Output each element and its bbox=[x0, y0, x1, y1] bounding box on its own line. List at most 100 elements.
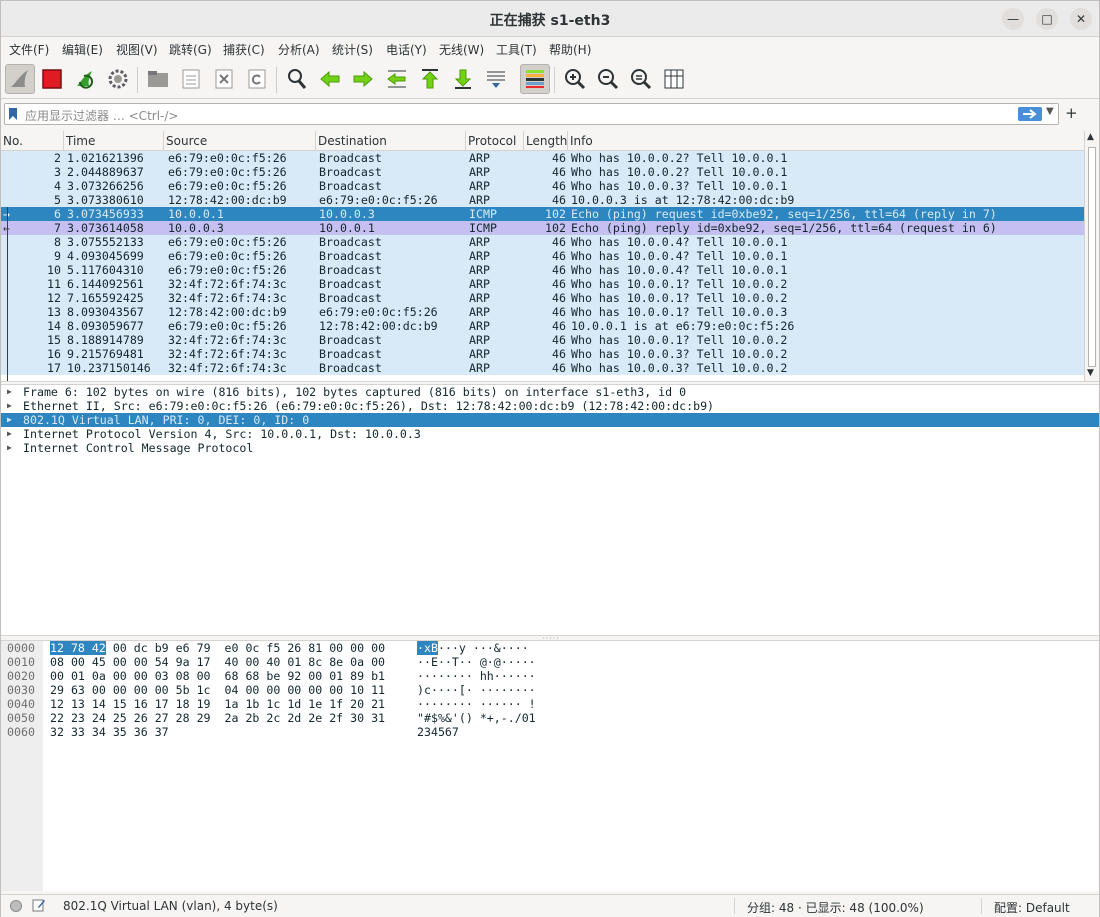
hex-ascii[interactable]: ·xB···y ···&···· bbox=[417, 641, 529, 655]
packet-row[interactable]: 16 9.215769481 32:4f:72:6f:74:3c Broadcast A… bbox=[1, 347, 1084, 361]
status-profile[interactable]: 配置: Default bbox=[994, 899, 1070, 916]
close-file-icon[interactable] bbox=[209, 64, 239, 94]
packet-row[interactable]: 11 6.144092561 32:4f:72:6f:74:3c Broadcast A… bbox=[1, 277, 1084, 291]
open-file-icon[interactable] bbox=[143, 64, 173, 94]
menu-telephony[interactable]: 电话(Y) bbox=[386, 41, 427, 58]
expert-info-icon[interactable] bbox=[10, 900, 22, 912]
find-packet-icon[interactable] bbox=[282, 64, 312, 94]
hex-bytes[interactable]: 29 63 00 00 00 00 5b 1c 04 00 00 00 00 0… bbox=[50, 683, 385, 697]
packet-list-scrollbar[interactable]: ▲ ▼ bbox=[1084, 131, 1099, 381]
resize-columns-icon[interactable] bbox=[659, 64, 689, 94]
packet-row[interactable]: 17 10.237150146 32:4f:72:6f:74:3c Broadcast… bbox=[1, 361, 1084, 375]
colorize-icon[interactable] bbox=[520, 64, 550, 94]
packet-row[interactable]: 14 8.093059677 e6:79:e0:0c:f5:26 12:78:42:0… bbox=[1, 319, 1084, 333]
menu-wireless[interactable]: 无线(W) bbox=[439, 41, 484, 58]
hex-ascii[interactable]: ········ ······ ! bbox=[417, 697, 536, 711]
hex-ascii-highlight[interactable]: ·xB bbox=[417, 641, 438, 655]
minimize-button[interactable]: — bbox=[1002, 8, 1024, 30]
menu-file[interactable]: 文件(F) bbox=[9, 41, 49, 58]
scroll-up-icon[interactable]: ▲ bbox=[1087, 132, 1094, 142]
packet-row[interactable]: 15 8.188914789 32:4f:72:6f:74:3c Broadcast A… bbox=[1, 333, 1084, 347]
column-header-no[interactable]: No. bbox=[1, 131, 64, 151]
hex-ascii[interactable]: "#$%&'() *+,-./01 bbox=[417, 711, 536, 725]
hex-row[interactable]: 0010 08 00 45 00 00 54 9a 17 40 00 40 01 … bbox=[1, 655, 1099, 669]
menu-tools[interactable]: 工具(T) bbox=[496, 41, 537, 58]
expand-arrow-icon[interactable]: ▶ bbox=[7, 427, 12, 441]
column-header-info[interactable]: Info bbox=[568, 131, 1084, 151]
expand-arrow-icon[interactable]: ▶ bbox=[7, 385, 12, 399]
packet-row[interactable]: 4 3.073266256 e6:79:e0:0c:f5:26 Broadcast AR… bbox=[1, 179, 1084, 193]
hex-row[interactable]: 0030 29 63 00 00 00 00 5b 1c 04 00 00 00 … bbox=[1, 683, 1099, 697]
menu-capture[interactable]: 捕获(C) bbox=[223, 41, 265, 58]
column-header-protocol[interactable]: Protocol bbox=[466, 131, 524, 151]
hex-bytes[interactable]: 12 13 14 15 16 17 18 19 1a 1b 1c 1d 1e 1… bbox=[50, 697, 385, 711]
go-first-icon[interactable] bbox=[415, 64, 445, 94]
packet-row[interactable]: 7 3.073614058 10.0.0.3 10.0.0.1 ICMP 102 Echo … bbox=[1, 221, 1084, 235]
expand-arrow-icon[interactable]: ▶ bbox=[7, 399, 12, 413]
menu-statistics[interactable]: 统计(S) bbox=[332, 41, 373, 58]
hex-row[interactable]: 0000 12 78 42 00 dc b9 e6 79 e0 0c f5 26 … bbox=[1, 641, 1099, 655]
detail-tree-item[interactable]: ▶ Frame 6: 102 bytes on wire (816 bits), … bbox=[1, 385, 1099, 399]
chevron-down-icon[interactable]: ▼ bbox=[1046, 106, 1054, 117]
column-header-length[interactable]: Length bbox=[524, 131, 568, 151]
detail-tree-item[interactable]: ▶ Internet Protocol Version 4, Src: 10.0.… bbox=[1, 427, 1099, 441]
packet-row[interactable]: 3 2.044889637 e6:79:e0:0c:f5:26 Broadcast AR… bbox=[1, 165, 1084, 179]
hex-bytes[interactable]: 22 23 24 25 26 27 28 29 2a 2b 2c 2d 2e 2… bbox=[50, 711, 385, 725]
autoscroll-icon[interactable] bbox=[481, 64, 511, 94]
add-filter-button[interactable]: + bbox=[1065, 104, 1078, 122]
hex-row[interactable]: 0050 22 23 24 25 26 27 28 29 2a 2b 2c 2d … bbox=[1, 711, 1099, 725]
packet-row[interactable]: 13 8.093043567 12:78:42:00:dc:b9 e6:79:e0:0… bbox=[1, 305, 1084, 319]
hex-row[interactable]: 0060 32 33 34 35 36 37 234567 bbox=[1, 725, 1099, 739]
bookmark-icon[interactable] bbox=[8, 107, 18, 121]
go-last-icon[interactable] bbox=[448, 64, 478, 94]
hex-bytes[interactable]: 00 01 0a 00 00 03 08 00 68 68 be 92 00 0… bbox=[50, 669, 385, 683]
maximize-button[interactable]: □ bbox=[1036, 8, 1058, 30]
save-file-icon[interactable] bbox=[176, 64, 206, 94]
reload-file-icon[interactable] bbox=[242, 64, 272, 94]
detail-tree-item[interactable]: ▶ Internet Control Message Protocol bbox=[1, 441, 1099, 455]
menu-help[interactable]: 帮助(H) bbox=[549, 41, 591, 58]
menu-edit[interactable]: 编辑(E) bbox=[62, 41, 103, 58]
packet-row[interactable]: 2 1.021621396 e6:79:e0:0c:f5:26 Broadcast AR… bbox=[1, 151, 1084, 165]
packet-row[interactable]: 6 3.073456933 10.0.0.1 10.0.0.3 ICMP 102 Echo … bbox=[1, 207, 1084, 221]
hex-ascii[interactable]: )c····[· ········ bbox=[417, 683, 536, 697]
packet-row[interactable]: 10 5.117604310 e6:79:e0:0c:f5:26 Broadcast A… bbox=[1, 263, 1084, 277]
detail-tree-item[interactable]: ▶ 802.1Q Virtual LAN, PRI: 0, DEI: 0, ID:… bbox=[1, 413, 1099, 427]
menu-view[interactable]: 视图(V) bbox=[116, 41, 158, 58]
capture-options-icon[interactable] bbox=[103, 64, 133, 94]
hex-row[interactable]: 0020 00 01 0a 00 00 03 08 00 68 68 be 92 … bbox=[1, 669, 1099, 683]
capture-comment-icon[interactable] bbox=[32, 898, 46, 912]
scroll-down-icon[interactable]: ▼ bbox=[1087, 368, 1094, 378]
menu-go[interactable]: 跳转(G) bbox=[169, 41, 212, 58]
hex-bytes[interactable]: 08 00 45 00 00 54 9a 17 40 00 40 01 8c 8… bbox=[50, 655, 385, 669]
hex-ascii[interactable]: 234567 bbox=[417, 725, 459, 739]
packet-row[interactable]: 8 3.075552133 e6:79:e0:0c:f5:26 Broadcast AR… bbox=[1, 235, 1084, 249]
column-header-source[interactable]: Source bbox=[164, 131, 316, 151]
hex-ascii[interactable]: ··E··T·· @·@····· bbox=[417, 655, 536, 669]
expand-arrow-icon[interactable]: ▶ bbox=[7, 441, 12, 455]
packet-row[interactable]: 9 4.093045699 e6:79:e0:0c:f5:26 Broadcast AR… bbox=[1, 249, 1084, 263]
column-header-destination[interactable]: Destination bbox=[316, 131, 466, 151]
expand-arrow-icon[interactable]: ▶ bbox=[7, 413, 12, 427]
stop-capture-icon[interactable] bbox=[37, 64, 67, 94]
packet-row[interactable]: 12 7.165592425 32:4f:72:6f:74:3c Broadcast A… bbox=[1, 291, 1084, 305]
scrollbar-thumb[interactable] bbox=[1088, 147, 1096, 367]
go-forward-icon[interactable] bbox=[348, 64, 378, 94]
go-back-icon[interactable] bbox=[315, 64, 345, 94]
zoom-out-icon[interactable] bbox=[593, 64, 623, 94]
hex-bytes-highlight[interactable]: 12 78 42 bbox=[50, 641, 106, 655]
close-button[interactable]: ✕ bbox=[1070, 8, 1092, 30]
zoom-normal-icon[interactable] bbox=[626, 64, 656, 94]
menu-analyze[interactable]: 分析(A) bbox=[278, 41, 320, 58]
apply-filter-icon[interactable] bbox=[1018, 107, 1042, 121]
restart-capture-icon[interactable] bbox=[70, 64, 100, 94]
hex-ascii[interactable]: ········ hh······ bbox=[417, 669, 536, 683]
zoom-in-icon[interactable] bbox=[560, 64, 590, 94]
packet-row[interactable]: 5 3.073380610 12:78:42:00:dc:b9 e6:79:e0:0c… bbox=[1, 193, 1084, 207]
hex-bytes[interactable]: 12 78 42 00 dc b9 e6 79 e0 0c f5 26 81 0… bbox=[50, 641, 385, 655]
hex-bytes[interactable]: 32 33 34 35 36 37 bbox=[50, 725, 169, 739]
hex-row[interactable]: 0040 12 13 14 15 16 17 18 19 1a 1b 1c 1d … bbox=[1, 697, 1099, 711]
detail-tree-item[interactable]: ▶ Ethernet II, Src: e6:79:e0:0c:f5:26 (e6… bbox=[1, 399, 1099, 413]
display-filter-input[interactable]: 应用显示过滤器 … <Ctrl-/> ▼ bbox=[4, 103, 1059, 125]
shark-fin-icon[interactable] bbox=[5, 64, 35, 94]
